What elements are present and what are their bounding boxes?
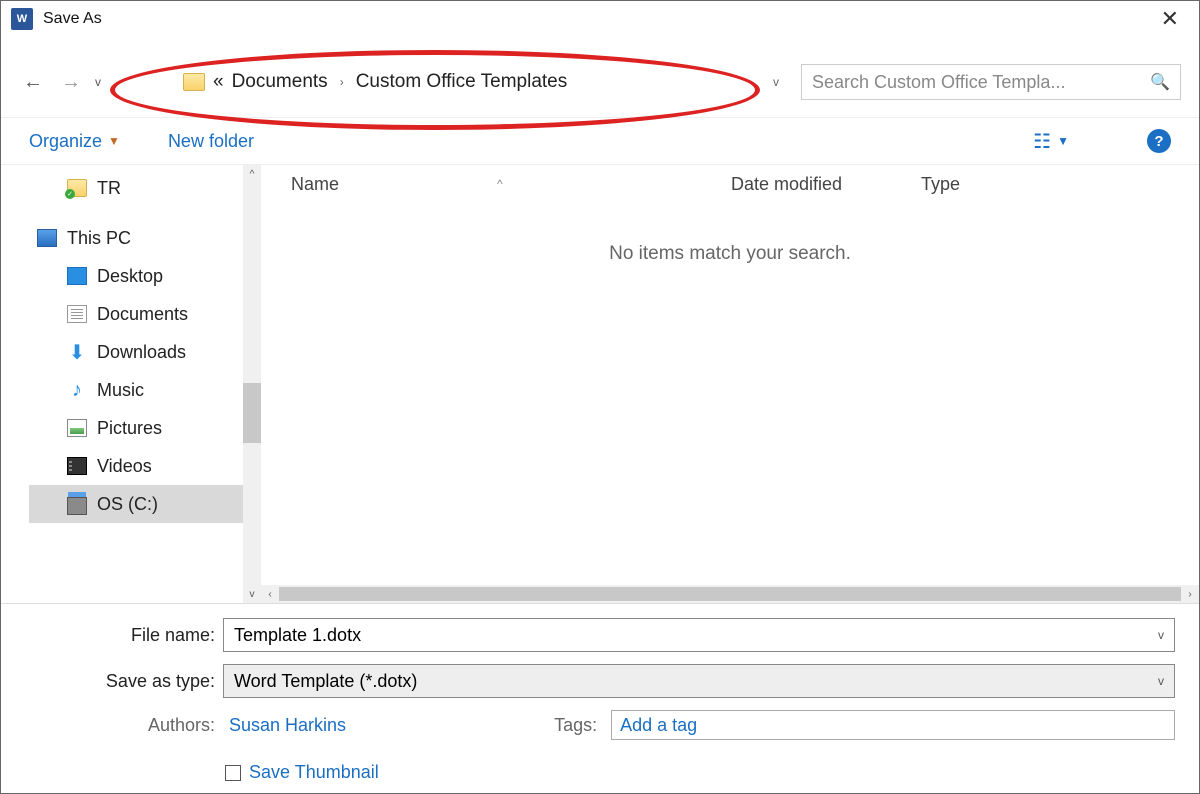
breadcrumb-item[interactable]: Documents [232, 71, 328, 93]
save-thumbnail-row: Save Thumbnail [225, 762, 1175, 783]
search-placeholder: Search Custom Office Templa... [812, 72, 1065, 93]
authors-label: Authors: [25, 715, 215, 736]
nav-row: ← → v « Documents › Custom Office Templa… [1, 57, 1199, 107]
column-date[interactable]: Date modified [731, 174, 921, 195]
saveastype-select[interactable]: Word Template (*.dotx) v [223, 664, 1175, 698]
file-list-area: Name ^ Date modified Type No items match… [261, 165, 1199, 603]
desktop-icon [67, 267, 87, 285]
address-dropdown-icon[interactable]: v [773, 75, 779, 89]
sidebar: ✓ TR This PC Desktop Documents ⬇ Do [1, 165, 261, 603]
tree-item-tr[interactable]: ✓ TR [29, 169, 243, 207]
empty-message: No items match your search. [261, 243, 1199, 265]
tree-item-this-pc[interactable]: This PC [29, 219, 243, 257]
chevron-right-icon: › [340, 75, 344, 89]
authors-value[interactable]: Susan Harkins [229, 715, 346, 736]
tree-item-videos[interactable]: Videos [29, 447, 243, 485]
chevron-down-icon[interactable]: v [1158, 628, 1164, 642]
organize-button[interactable]: Organize ▼ [29, 131, 120, 152]
help-button[interactable]: ? [1147, 129, 1171, 153]
music-icon: ♪ [67, 379, 87, 402]
tree-item-music[interactable]: ♪ Music [29, 371, 243, 409]
window-title: Save As [43, 10, 1151, 28]
document-icon [67, 305, 87, 323]
save-thumbnail-checkbox[interactable] [225, 765, 241, 781]
content-hscrollbar[interactable]: ‹ › [261, 585, 1199, 603]
sort-indicator-icon: ^ [497, 177, 503, 191]
save-thumbnail-label[interactable]: Save Thumbnail [249, 762, 379, 783]
saveastype-label: Save as type: [25, 671, 215, 692]
breadcrumb-prefix: « [213, 71, 224, 93]
toolbar: Organize ▼ New folder ☷ ▼ ? [1, 117, 1199, 165]
scroll-up-icon[interactable]: ^ [243, 165, 261, 183]
forward-button[interactable]: → [57, 69, 85, 96]
tree-item-os-c[interactable]: OS (C:) [29, 485, 243, 523]
tree-item-desktop[interactable]: Desktop [29, 257, 243, 295]
column-name[interactable]: Name ^ [291, 174, 731, 195]
drive-icon [67, 497, 87, 515]
scroll-left-icon[interactable]: ‹ [261, 585, 279, 603]
view-icon: ☷ [1033, 129, 1051, 154]
address-bar[interactable]: « Documents › Custom Office Templates v [171, 64, 791, 100]
breadcrumb-item[interactable]: Custom Office Templates [356, 71, 568, 93]
main-area: ✓ TR This PC Desktop Documents ⬇ Do [1, 165, 1199, 603]
close-button[interactable]: ✕ [1151, 6, 1189, 32]
view-options-button[interactable]: ☷ ▼ [1033, 129, 1069, 154]
filename-label: File name: [25, 625, 215, 646]
save-form: File name: Template 1.dotx v Save as typ… [1, 603, 1199, 793]
scroll-right-icon[interactable]: › [1181, 585, 1199, 603]
scroll-thumb[interactable] [279, 587, 1181, 601]
scroll-thumb[interactable] [243, 383, 261, 443]
tree-item-pictures[interactable]: Pictures [29, 409, 243, 447]
metadata-row: Authors: Susan Harkins Tags: Add a tag [25, 710, 1175, 740]
sidebar-scrollbar[interactable]: ^ v [243, 165, 261, 603]
download-icon: ⬇ [67, 340, 87, 365]
new-folder-button[interactable]: New folder [168, 131, 254, 152]
filename-input[interactable]: Template 1.dotx v [223, 618, 1175, 652]
word-app-icon: W [11, 8, 33, 30]
tags-input[interactable]: Add a tag [611, 710, 1175, 740]
save-as-dialog: W Save As ✕ ← → v « Documents › Custom O… [0, 0, 1200, 794]
folder-icon: ✓ [67, 179, 87, 197]
recent-dropdown-icon[interactable]: v [95, 75, 101, 89]
folder-tree: ✓ TR This PC Desktop Documents ⬇ Do [1, 165, 243, 603]
search-icon: 🔍 [1150, 72, 1170, 92]
video-icon [67, 457, 87, 475]
picture-icon [67, 419, 87, 437]
filename-row: File name: Template 1.dotx v [25, 618, 1175, 652]
chevron-down-icon[interactable]: v [1158, 674, 1164, 688]
search-input[interactable]: Search Custom Office Templa... 🔍 [801, 64, 1181, 100]
pc-icon [37, 229, 57, 247]
scroll-down-icon[interactable]: v [243, 585, 261, 603]
back-button[interactable]: ← [19, 69, 47, 96]
chevron-down-icon: ▼ [108, 134, 120, 148]
title-bar: W Save As ✕ [1, 1, 1199, 37]
column-headers: Name ^ Date modified Type [261, 165, 1199, 203]
chevron-down-icon: ▼ [1057, 134, 1069, 148]
column-type[interactable]: Type [921, 174, 1169, 195]
tree-item-downloads[interactable]: ⬇ Downloads [29, 333, 243, 371]
tree-item-documents[interactable]: Documents [29, 295, 243, 333]
folder-icon [183, 73, 205, 91]
tags-label: Tags: [554, 715, 597, 736]
saveastype-row: Save as type: Word Template (*.dotx) v [25, 664, 1175, 698]
